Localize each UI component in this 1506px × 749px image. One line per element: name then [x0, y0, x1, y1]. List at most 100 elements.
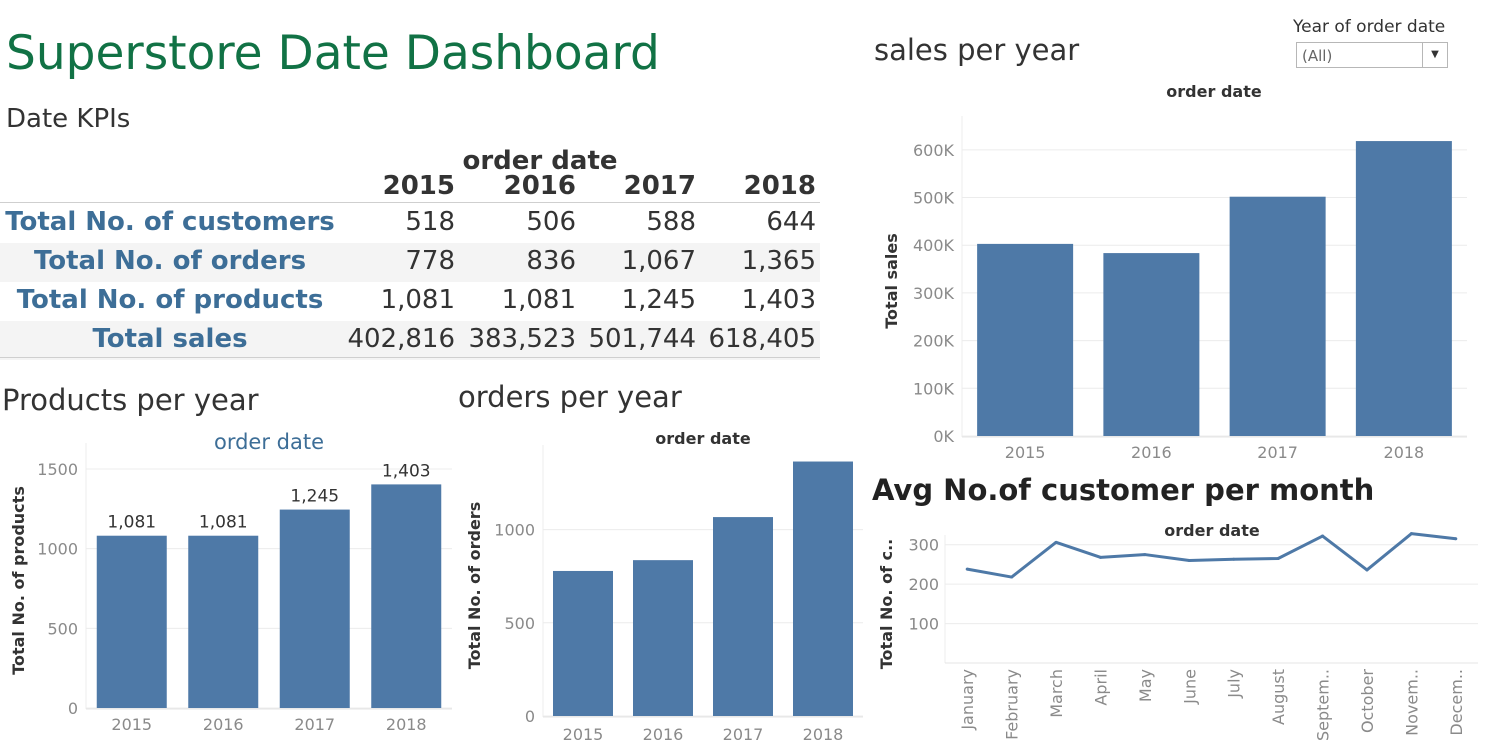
y-tick-label: 300K — [913, 284, 955, 303]
year-filter-dropdown[interactable]: (All) ▼ — [1296, 42, 1448, 68]
x-tick-label: Novem.. — [1402, 669, 1421, 736]
y-axis-label: Total No. of c.. — [877, 539, 896, 669]
kpi-cell: 778 — [405, 246, 455, 276]
y-tick-label: 200K — [913, 332, 955, 351]
data-point — [1409, 532, 1413, 536]
kpi-row-products: Total No. of products 1,081 1,081 1,245 … — [0, 282, 820, 321]
bar — [279, 509, 350, 708]
y-tick-label: 0K — [933, 427, 954, 446]
x-tick-label: 2016 — [1131, 443, 1172, 462]
bar — [793, 461, 853, 716]
bar — [553, 570, 613, 716]
kpi-cell: 1,365 — [741, 246, 816, 276]
kpi-cell: 836 — [526, 246, 576, 276]
x-tick-label: 2018 — [1384, 443, 1425, 462]
data-point — [1098, 555, 1102, 559]
x-tick-label: 2015 — [563, 725, 604, 744]
kpi-cell: 501,744 — [588, 324, 696, 354]
data-point — [1365, 568, 1369, 572]
data-point — [1187, 558, 1191, 562]
kpi-year-header: 2017 — [623, 171, 696, 201]
y-tick-label: 1000 — [37, 540, 78, 559]
x-tick-label: 2015 — [111, 715, 152, 734]
orders-bar-chart: 0 500 1000 order date Total No. of orders 201… — [465, 429, 863, 744]
dashboard-title: Superstore Date Dashboard — [6, 26, 660, 81]
bar — [633, 560, 693, 716]
data-point — [1321, 534, 1325, 538]
kpi-cell: 644 — [766, 207, 816, 237]
y-tick-label: 500 — [504, 614, 535, 633]
bar — [1103, 253, 1200, 436]
y-tick-label: 1000 — [494, 521, 535, 540]
y-tick-label: 100K — [913, 379, 955, 398]
chevron-down-icon[interactable]: ▼ — [1422, 43, 1447, 67]
series-line — [966, 532, 1456, 579]
x-tick-label: April — [1091, 669, 1110, 706]
x-tick-label: 2016 — [643, 725, 684, 744]
data-point — [1054, 540, 1058, 544]
kpi-cell: 1,067 — [621, 246, 696, 276]
data-point — [965, 567, 969, 571]
x-tick-label: May — [1136, 669, 1155, 702]
bar — [188, 535, 259, 708]
kpi-cell: 588 — [646, 207, 696, 237]
x-tick-label: 2015 — [1005, 443, 1046, 462]
products-bar-chart: 0 500 1000 1500 order date Total No. of produ… — [9, 430, 452, 734]
kpi-year-header: 2016 — [503, 171, 576, 201]
kpi-row-label: Total sales — [92, 324, 248, 354]
x-tick-label: Septem.. — [1314, 669, 1333, 741]
kpi-row-label: Total No. of customers — [5, 207, 335, 237]
sales-chart-title: sales per year — [874, 33, 1080, 67]
y-tick-label: 500K — [913, 189, 955, 208]
kpi-row-orders: Total No. of orders 778 836 1,067 1,365 — [0, 243, 820, 282]
year-filter-value: (All) — [1302, 47, 1333, 65]
chart-subtitle: order date — [214, 430, 324, 454]
x-tick-label: August — [1269, 669, 1288, 725]
customers-line-chart: 100 200 300 order date Total No. of c.. Janua… — [877, 521, 1478, 741]
orders-chart-title: orders per year — [458, 380, 682, 414]
x-tick-label: 2017 — [723, 725, 764, 744]
kpi-cell: 1,245 — [621, 285, 696, 315]
data-label: 1,081 — [107, 513, 156, 533]
y-axis-label: Total No. of products — [9, 486, 28, 675]
data-label: 1,245 — [290, 487, 339, 507]
products-chart-title: Products per year — [2, 383, 259, 417]
bar — [977, 243, 1074, 436]
x-tick-label: January — [958, 669, 977, 731]
data-label: 1,403 — [382, 461, 431, 481]
x-tick-label: February — [1003, 669, 1022, 740]
y-tick-label: 500 — [47, 619, 78, 638]
x-tick-label: June — [1180, 669, 1199, 705]
customers-chart-title: Avg No.of customer per month — [872, 473, 1375, 507]
data-label: 1,081 — [199, 513, 248, 533]
kpi-header-divider — [0, 202, 820, 203]
x-tick-label: March — [1047, 669, 1066, 718]
x-tick-label: 2017 — [1257, 443, 1298, 462]
x-tick-label: 2017 — [294, 715, 335, 734]
data-point — [1276, 557, 1280, 561]
kpi-row-customers: Total No. of customers 518 506 588 644 — [0, 204, 820, 243]
data-point — [1010, 575, 1014, 579]
x-tick-label: October — [1358, 669, 1377, 733]
data-point — [1454, 537, 1458, 541]
bar — [371, 484, 442, 708]
kpi-cell: 1,081 — [501, 285, 576, 315]
y-tick-label: 100 — [908, 615, 939, 634]
y-tick-label: 400K — [913, 236, 955, 255]
data-point — [1143, 553, 1147, 557]
data-point — [1232, 557, 1236, 561]
kpi-cell: 618,405 — [708, 324, 816, 354]
kpi-year-header: 2018 — [743, 171, 816, 201]
y-axis-label: Total sales — [882, 233, 901, 328]
kpi-row-label: Total No. of products — [16, 285, 324, 315]
kpi-table: order date 2015 2016 2017 2018 Total No.… — [0, 146, 820, 360]
x-tick-label: 2018 — [386, 715, 427, 734]
kpi-row-label: Total No. of orders — [33, 246, 307, 276]
year-filter-label: Year of order date — [1293, 17, 1446, 37]
kpi-cell: 518 — [405, 207, 455, 237]
y-tick-label: 300 — [908, 536, 939, 555]
kpi-cell: 383,523 — [468, 324, 576, 354]
bar — [1355, 141, 1452, 436]
kpi-cell: 402,816 — [347, 324, 455, 354]
bar — [1229, 196, 1326, 436]
